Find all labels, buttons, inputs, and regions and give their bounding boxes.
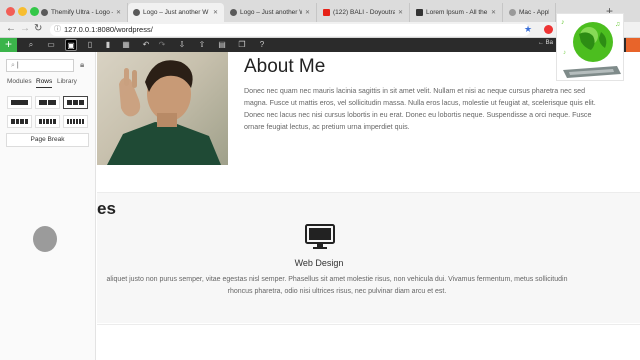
close-window-button[interactable] (6, 7, 15, 16)
web-design-description: aliquet justo non purus semper, vitae eg… (106, 276, 568, 295)
zoom-icon[interactable]: ⌕ (25, 39, 37, 51)
url-text: 127.0.0.1:8080/wordpress/ (64, 25, 153, 34)
import-icon[interactable]: ⇩ (176, 39, 188, 51)
wordpress-favicon-icon (133, 9, 140, 16)
browser-tab[interactable]: Lorem Ipsum - All the f ✕ (411, 3, 503, 22)
extension-icon[interactable] (544, 25, 553, 34)
profile-photo-image (107, 60, 221, 165)
duplicate-icon[interactable]: ❐ (236, 39, 248, 51)
browser-tab[interactable]: (122) BALI - Doyoutrave ✕ (318, 3, 410, 22)
save-button[interactable] (626, 38, 640, 52)
browser-address-bar: ← → ↻ ⓘ 127.0.0.1:8080/wordpress/ ★ (0, 22, 640, 38)
save-layout-icon[interactable]: ▤ (216, 39, 228, 51)
page-canvas: About Me Donec nec quam nec mauris lacin… (97, 52, 640, 360)
row-layout-4-col[interactable] (7, 115, 32, 128)
svg-text:♫: ♫ (615, 21, 620, 28)
mobile-view-icon[interactable]: ▮ (102, 39, 114, 51)
wordpress-favicon-icon (41, 9, 48, 16)
lorem-ipsum-favicon-icon (416, 9, 423, 16)
info-icon: ⓘ (54, 26, 61, 33)
laptop-view-icon[interactable]: ▣ (65, 39, 77, 51)
tab-modules[interactable]: Modules (7, 78, 32, 87)
module-search-input[interactable]: ⌕ | (6, 59, 74, 72)
browser-tab[interactable]: Themify Ultra - Logo – ✕ (36, 3, 128, 22)
row-layout-6-col[interactable] (63, 115, 88, 128)
row-layout-2-col[interactable] (35, 96, 60, 109)
svg-text:♪: ♪ (563, 50, 566, 56)
export-icon[interactable]: ⇧ (196, 39, 208, 51)
wordpress-favicon-icon (230, 9, 237, 16)
about-heading: About Me (244, 56, 326, 77)
minimize-window-button[interactable] (18, 7, 27, 16)
tab-library[interactable]: Library (57, 78, 77, 87)
services-heading: es (97, 199, 116, 218)
builder-left-panel: ⌕ | 🔒︎ Modules Rows Library Page Break (0, 52, 96, 360)
web-design-title: Web Design (294, 258, 344, 268)
browser-tab[interactable]: Logo – Just another W ✕ (225, 3, 317, 22)
back-button[interactable]: ← Ba (538, 40, 553, 46)
profile-photo (97, 52, 228, 165)
browser-tab[interactable]: Mac - Apple (504, 3, 556, 22)
bookmark-star-icon[interactable]: ★ (524, 24, 532, 35)
monitor-icon (305, 224, 335, 249)
lock-icon[interactable]: 🔒︎ (80, 60, 84, 70)
add-module-button[interactable]: + (0, 38, 17, 52)
globe-graphic-icon: ♪ ♫ ♪ (561, 19, 621, 78)
undo-icon[interactable]: ↶ (140, 39, 152, 51)
help-icon[interactable]: ? (256, 39, 268, 51)
services-section: es Web Design aliquet justo non purus se… (97, 193, 640, 323)
back-arrow-icon[interactable]: ← (6, 23, 16, 34)
screen: Themify Ultra - Logo – ✕ Logo – Just ano… (0, 0, 640, 360)
youtube-favicon-icon (323, 9, 330, 16)
close-tab-icon[interactable]: ✕ (116, 9, 121, 16)
close-tab-icon[interactable]: ✕ (213, 9, 218, 16)
mouse-cursor-highlight (33, 226, 57, 252)
url-field[interactable]: ⓘ 127.0.0.1:8080/wordpress/ (50, 24, 530, 36)
tablet-view-icon[interactable]: ▯ (84, 39, 96, 51)
close-tab-icon[interactable]: ✕ (398, 9, 403, 16)
section-divider (97, 324, 640, 325)
reload-icon[interactable]: ↻ (34, 23, 42, 34)
tab-rows[interactable]: Rows (36, 78, 53, 88)
browser-tab-active[interactable]: Logo – Just another W ✕ (128, 3, 224, 22)
desktop-view-icon[interactable]: ▭ (45, 39, 57, 51)
page-break-button[interactable]: Page Break (6, 133, 89, 147)
close-tab-icon[interactable]: ✕ (305, 9, 310, 16)
about-paragraph: Donec nec quam nec mauris lacinia sagitt… (244, 87, 596, 131)
globe-computer-graphic: ♪ ♫ ♪ (556, 13, 624, 81)
apple-favicon-icon (509, 9, 516, 16)
svg-text:♪: ♪ (561, 19, 565, 26)
browser-tab-strip: Themify Ultra - Logo – ✕ Logo – Just ano… (0, 0, 640, 22)
row-layout-3-col[interactable] (63, 96, 88, 109)
builder-toolbar: + ⌕ ▭ ▣ ▯ ▮ ▦ ↶ ↷ ⇩ ⇧ ▤ ❐ ? ← Ba (0, 38, 640, 52)
forward-arrow-icon[interactable]: → (20, 23, 30, 34)
redo-icon[interactable]: ↷ (156, 39, 168, 51)
row-layout-5-col[interactable] (35, 115, 60, 128)
layout-icon[interactable]: ▦ (120, 39, 132, 51)
row-layout-1-col[interactable] (7, 96, 32, 109)
close-tab-icon[interactable]: ✕ (491, 9, 496, 16)
